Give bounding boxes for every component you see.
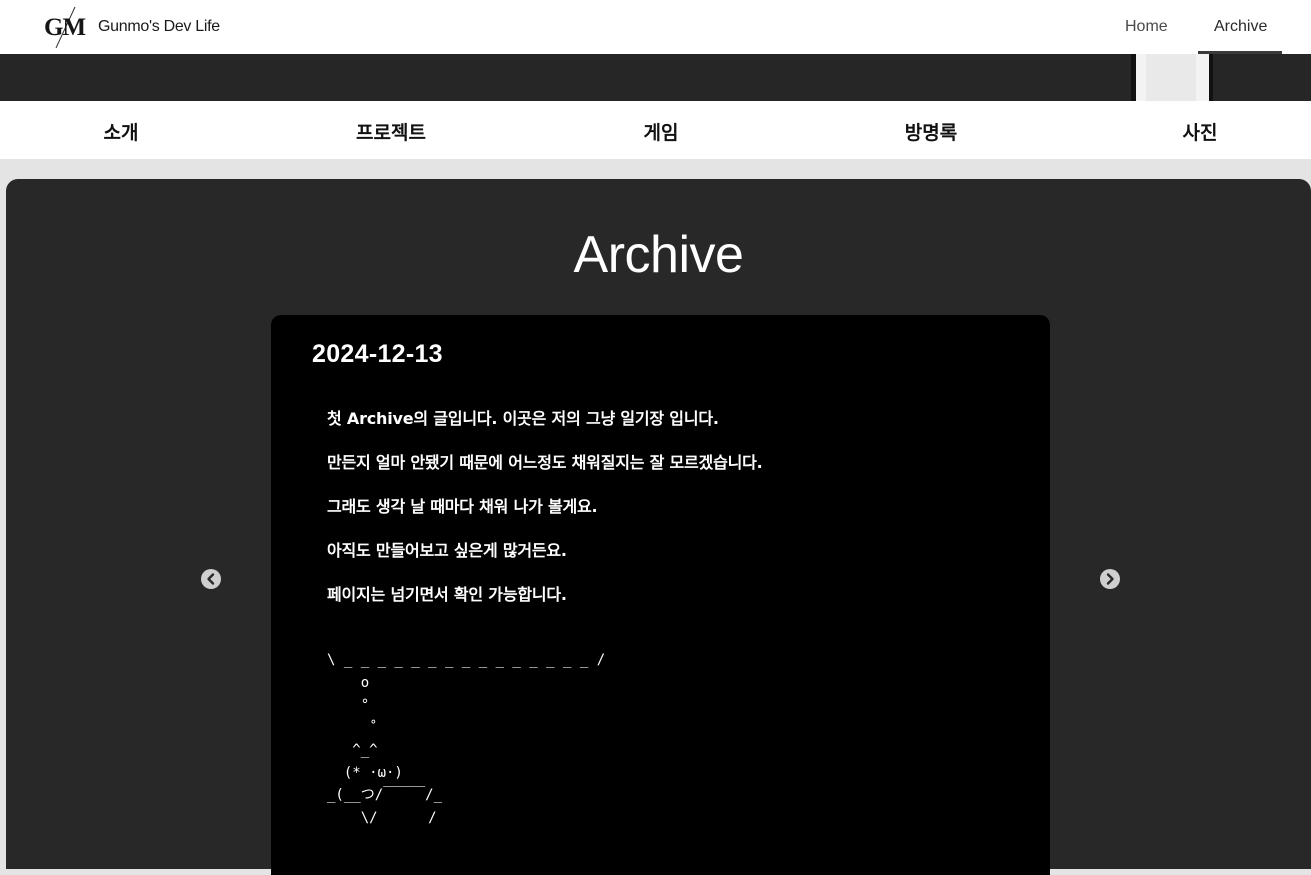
ascii-art: \ _ _ _ _ _ _ _ _ _ _ _ _ _ _ _ / o ° ˚ …	[327, 652, 606, 826]
logo-text: GM	[44, 14, 86, 41]
nav-home-link[interactable]: Home	[1125, 18, 1168, 36]
carousel-next-button[interactable]	[1100, 569, 1120, 589]
archive-panel: Archive 2024-12-13 첫 Archive의 글입니다. 이곳은 …	[6, 179, 1311, 875]
section-nav: 소개 프로젝트 게임 방명록 사진	[0, 101, 1311, 159]
section-nav-projects[interactable]: 프로젝트	[356, 118, 426, 145]
chevron-right-icon	[1106, 573, 1114, 585]
post-date: 2024-12-13	[312, 340, 443, 368]
post-line: 만든지 얼마 안됐기 때문에 어느정도 채워질지는 잘 모르겠습니다.	[327, 453, 763, 472]
site-logo[interactable]: GM	[42, 6, 88, 48]
section-nav-about[interactable]: 소개	[104, 118, 139, 145]
post-line: 그래도 생각 날 때마다 채워 나가 볼게요.	[327, 497, 598, 516]
top-header: GM Gunmo's Dev Life Home Archive	[0, 0, 1311, 54]
page-title: Archive	[573, 226, 744, 284]
nav-archive-link[interactable]: Archive	[1214, 18, 1267, 36]
section-nav-games[interactable]: 게임	[644, 118, 679, 145]
brand-name[interactable]: Gunmo's Dev Life	[98, 18, 220, 36]
hero-banner	[0, 54, 1311, 101]
section-nav-guestbook[interactable]: 방명록	[905, 118, 957, 145]
post-body: 첫 Archive의 글입니다. 이곳은 저의 그냥 일기장 입니다. 만든지 …	[327, 405, 763, 625]
post-line: 페이지는 넘기면서 확인 가능합니다.	[327, 585, 567, 604]
banner-image-fragment	[1131, 54, 1213, 101]
post-line: 첫 Archive의 글입니다. 이곳은 저의 그냥 일기장 입니다.	[327, 409, 719, 428]
post-line: 아직도 만들어보고 싶은게 많거든요.	[327, 541, 567, 560]
archive-post-card: 2024-12-13 첫 Archive의 글입니다. 이곳은 저의 그냥 일기…	[271, 315, 1050, 875]
chevron-left-icon	[207, 573, 215, 585]
section-nav-photos[interactable]: 사진	[1183, 118, 1218, 145]
carousel-prev-button[interactable]	[201, 569, 221, 589]
